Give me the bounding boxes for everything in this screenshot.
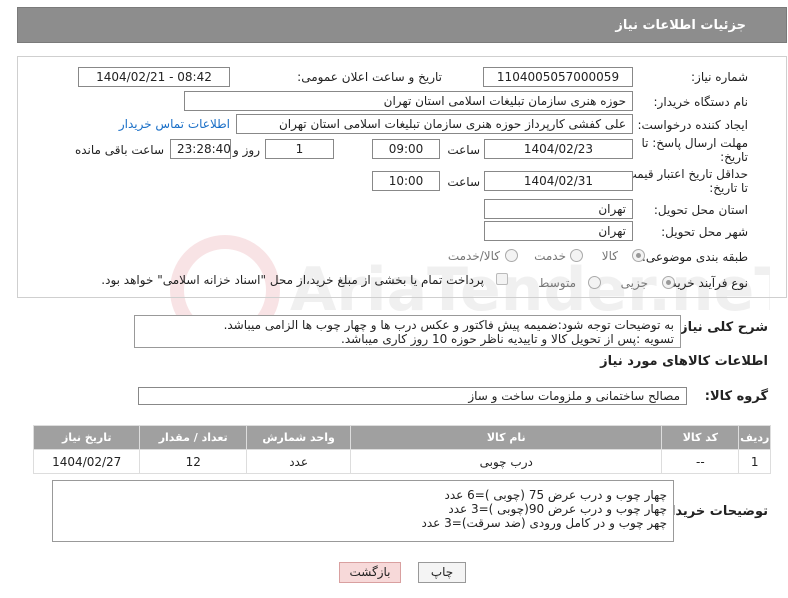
col-unit: واحد شمارش — [245, 425, 352, 450]
need-description-textarea[interactable]: به توضیحات توجه شود:ضمیمه پیش فاکتور و ع… — [134, 315, 681, 348]
goods-group-field[interactable]: مصالح ساختمانی و ملزومات ساخت و ساز — [138, 387, 687, 405]
reply-deadline-label: مهلت ارسال پاسخ: تا — [641, 136, 748, 150]
reply-date-field[interactable]: 1404/02/23 — [484, 139, 633, 159]
goods-group-label: گروه کالا: — [704, 389, 768, 404]
price-date-field[interactable]: 1404/02/31 — [484, 171, 633, 191]
cell-row: 1 — [738, 449, 771, 474]
page-title: جزئیات اطلاعات نیاز — [615, 18, 746, 33]
process-radio-minor[interactable] — [662, 276, 675, 289]
process-label: نوع فرآیند خرید : — [663, 276, 748, 290]
buyer-notes-line-2: چهار چوب و درب عرض 90(چوبی )=3 عدد — [448, 502, 667, 516]
remaining-time-field[interactable]: 23:28:40 — [170, 139, 231, 159]
process-radio-medium[interactable] — [588, 276, 601, 289]
buyer-org-label: نام دستگاه خریدار: — [653, 95, 749, 109]
col-code: کد کالا — [661, 425, 740, 450]
category-option-service: خدمت — [534, 249, 566, 263]
need-description-line-2: تسویه :پس از تحویل کالا و تاییدیه ناظر ح… — [341, 332, 674, 346]
delivery-city-label: شهر محل تحویل: — [661, 225, 748, 239]
goods-section-title: اطلاعات کالاهای مورد نیاز — [600, 354, 768, 369]
cell-code: -- — [661, 449, 740, 474]
page-header: جزئیات اطلاعات نیاز — [17, 7, 787, 43]
buyer-org-field[interactable]: حوزه هنری سازمان تبلیغات اسلامی استان ته… — [184, 91, 633, 111]
print-button[interactable]: چاپ — [418, 562, 466, 583]
need-number-label: شماره نیاز: — [691, 70, 748, 84]
category-option-goods: کالا — [601, 249, 618, 263]
buyer-notes-line-3: چهر چوب و در کامل ورودی (ضد سرقت)=3 عدد — [421, 516, 668, 530]
process-option-minor: جزیی — [620, 276, 648, 290]
category-option-both: کالا/خدمت — [447, 249, 500, 263]
price-time-label: ساعت — [447, 175, 480, 189]
col-name: نام کالا — [350, 425, 663, 450]
remaining-label: ساعت باقی مانده — [74, 143, 164, 157]
buyer-notes-textarea[interactable]: چهار چوب و درب عرض 75 (چوبی )=6 عدد چهار… — [52, 480, 674, 542]
cell-quantity: 12 — [139, 449, 247, 474]
cell-name: درب چوبی — [350, 449, 663, 474]
process-option-medium: متوسط — [538, 276, 576, 290]
reply-deadline-label-2: تاریخ: — [720, 150, 748, 164]
category-radio-both[interactable] — [505, 249, 518, 262]
need-description-line-1: به توضیحات توجه شود:ضمیمه پیش فاکتور و ع… — [223, 318, 674, 332]
category-radio-service[interactable] — [570, 249, 583, 262]
goods-table: ردیف کد کالا نام کالا واحد شمارش تعداد /… — [32, 425, 771, 474]
requester-field[interactable]: علی کفشی کارپرداز حوزه هنری سازمان تبلیغ… — [236, 114, 633, 134]
price-validity-label: حداقل تاریخ اعتبار قیمت: — [621, 167, 748, 181]
reply-time-label: ساعت — [447, 143, 480, 157]
back-button[interactable]: بازگشت — [339, 562, 401, 583]
delivery-province-label: استان محل تحویل: — [653, 203, 748, 217]
need-number-field[interactable]: 1104005057000059 — [483, 67, 633, 87]
delivery-province-field[interactable]: تهران — [484, 199, 633, 219]
col-row: ردیف — [738, 425, 771, 450]
announce-label: تاریخ و ساعت اعلان عمومی: — [297, 70, 442, 84]
col-quantity: تعداد / مقدار — [139, 425, 247, 450]
delivery-city-field[interactable]: تهران — [484, 221, 633, 241]
goods-table-header: ردیف کد کالا نام کالا واحد شمارش تعداد /… — [32, 425, 771, 450]
treasury-payment-note: پرداخت تمام یا بخشی از مبلغ خرید،از محل … — [101, 273, 484, 287]
reply-time-field[interactable]: 09:00 — [372, 139, 440, 159]
days-label: روز و — [233, 143, 260, 157]
category-label: طبقه بندی موضوعی: — [641, 250, 748, 264]
buyer-notes-label: توضیحات خریدار: — [658, 504, 768, 519]
contact-info-link[interactable]: اطلاعات تماس خریدار — [119, 117, 230, 131]
price-time-field[interactable]: 10:00 — [372, 171, 440, 191]
price-validity-label-2: تا تاریخ: — [709, 181, 748, 195]
cell-need-date: 1404/02/27 — [32, 449, 141, 474]
buyer-notes-line-1: چهار چوب و درب عرض 75 (چوبی )=6 عدد — [444, 488, 667, 502]
col-need-date: تاریخ نیاز — [32, 425, 141, 450]
cell-unit: عدد — [245, 449, 352, 474]
requester-label: ایجاد کننده درخواست: — [637, 118, 748, 132]
category-radio-goods[interactable] — [632, 249, 645, 262]
table-row[interactable]: 1 -- درب چوبی عدد 12 1404/02/27 — [32, 449, 771, 474]
announce-field[interactable]: 1404/02/21 - 08:42 — [78, 67, 230, 87]
treasury-payment-checkbox[interactable] — [496, 273, 508, 285]
days-field[interactable]: 1 — [265, 139, 334, 159]
need-description-label: شرح کلی نیاز: — [674, 320, 768, 335]
